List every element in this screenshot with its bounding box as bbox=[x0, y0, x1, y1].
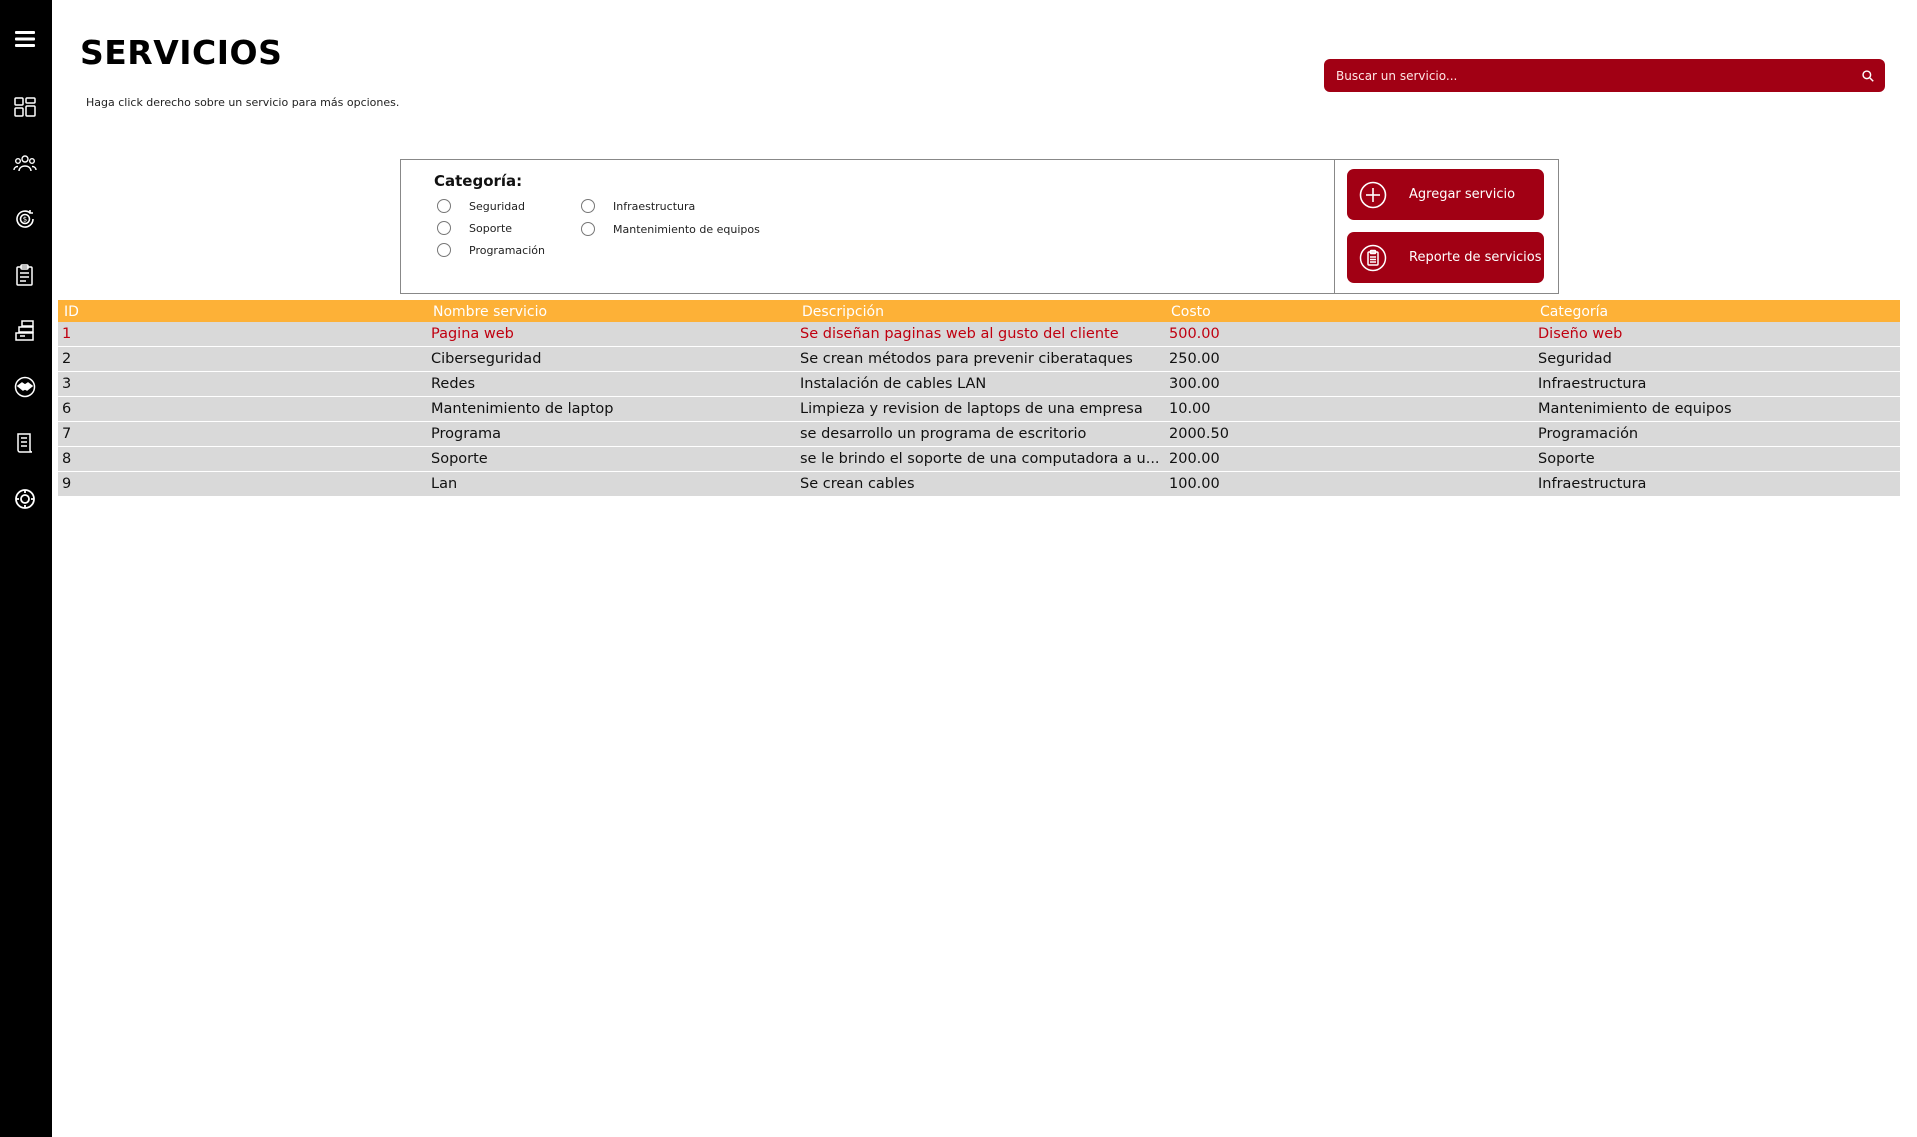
radio-circle[interactable] bbox=[581, 199, 595, 213]
table-row[interactable]: 6 Mantenimiento de laptop Limpieza y rev… bbox=[58, 397, 1900, 422]
category-filter-panel: Categoría: Seguridad Soporte Programació… bbox=[400, 159, 1335, 294]
radio-seguridad[interactable]: Seguridad bbox=[437, 199, 525, 213]
table-header: ID Nombre servicio Descripción Costo Cat… bbox=[58, 300, 1900, 322]
cell-costo: 200.00 bbox=[1169, 451, 1220, 467]
service-report-button[interactable]: Reporte de servicios bbox=[1347, 232, 1544, 283]
cell-nombre: Lan bbox=[431, 476, 458, 492]
table-row[interactable]: 8 Soporte se le brindo el soporte de una… bbox=[58, 447, 1900, 472]
radio-circle[interactable] bbox=[437, 221, 451, 235]
table-row[interactable]: 2 Ciberseguridad Se crean métodos para p… bbox=[58, 347, 1900, 372]
cell-descripcion: se le brindo el soporte de una computado… bbox=[800, 451, 1160, 467]
hamburger-menu-icon[interactable] bbox=[12, 26, 38, 52]
cell-categoria: Infraestructura bbox=[1538, 476, 1647, 492]
cell-nombre: Programa bbox=[431, 426, 502, 442]
cell-categoria: Seguridad bbox=[1538, 351, 1612, 367]
radio-circle[interactable] bbox=[437, 199, 451, 213]
users-group-icon[interactable] bbox=[12, 150, 38, 176]
cell-categoria: Diseño web bbox=[1538, 326, 1623, 342]
cell-id: 1 bbox=[62, 326, 72, 342]
cell-id: 7 bbox=[62, 426, 72, 442]
clipboard-report-icon[interactable] bbox=[12, 262, 38, 288]
cell-costo: 250.00 bbox=[1169, 351, 1220, 367]
cell-id: 6 bbox=[62, 401, 72, 417]
cell-descripcion: Se crean métodos para prevenir ciberataq… bbox=[800, 351, 1133, 367]
settings-gear-icon[interactable] bbox=[12, 486, 38, 512]
cell-descripcion: se desarrollo un programa de escritorio bbox=[800, 426, 1087, 442]
cell-nombre: Redes bbox=[431, 376, 476, 392]
table-row[interactable]: 7 Programa se desarrollo un programa de … bbox=[58, 422, 1900, 447]
radio-infraestructura[interactable]: Infraestructura bbox=[581, 199, 695, 213]
hint-text: Haga click derecho sobre un servicio par… bbox=[86, 96, 400, 109]
inventory-stack-icon[interactable] bbox=[12, 318, 38, 344]
cell-descripcion: Se crean cables bbox=[800, 476, 915, 492]
radio-mantenimiento-de-equipos[interactable]: Mantenimiento de equipos bbox=[581, 222, 760, 236]
radio-label: Seguridad bbox=[469, 199, 525, 213]
header-categoria[interactable]: Categoría bbox=[1534, 300, 1900, 322]
table-row[interactable]: 1 Pagina web Se diseñan paginas web al g… bbox=[58, 322, 1900, 347]
dashboard-icon[interactable] bbox=[12, 94, 38, 120]
add-service-button[interactable]: Agregar servicio bbox=[1347, 169, 1544, 220]
cell-id: 3 bbox=[62, 376, 72, 392]
money-cycle-icon[interactable]: $ bbox=[12, 206, 38, 232]
cell-costo: 10.00 bbox=[1169, 401, 1211, 417]
cell-categoria: Programación bbox=[1538, 426, 1639, 442]
plus-circle-icon bbox=[1359, 181, 1387, 209]
table-row[interactable]: 3 Redes Instalación de cables LAN 300.00… bbox=[58, 372, 1900, 397]
sidebar: $ bbox=[0, 0, 52, 1137]
header-costo[interactable]: Costo bbox=[1165, 300, 1534, 322]
cell-costo: 2000.50 bbox=[1169, 426, 1229, 442]
receipt-icon[interactable] bbox=[12, 430, 38, 456]
radio-circle[interactable] bbox=[437, 243, 451, 257]
radio-soporte[interactable]: Soporte bbox=[437, 221, 512, 235]
cell-costo: 500.00 bbox=[1169, 326, 1220, 342]
search-icon[interactable] bbox=[1851, 59, 1885, 92]
cell-costo: 300.00 bbox=[1169, 376, 1220, 392]
cell-descripcion: Limpieza y revision de laptops de una em… bbox=[800, 401, 1143, 417]
header-id[interactable]: ID bbox=[58, 300, 427, 322]
cell-id: 9 bbox=[62, 476, 72, 492]
cell-nombre: Ciberseguridad bbox=[431, 351, 542, 367]
radio-label: Programación bbox=[469, 243, 545, 257]
cell-nombre: Soporte bbox=[431, 451, 488, 467]
search-input[interactable] bbox=[1324, 59, 1851, 92]
radio-circle[interactable] bbox=[581, 222, 595, 236]
radio-label: Soporte bbox=[469, 221, 513, 235]
handshake-icon[interactable] bbox=[12, 374, 38, 400]
add-service-label: Agregar servicio bbox=[1409, 187, 1516, 202]
search-bar bbox=[1324, 59, 1885, 92]
radio-programacion[interactable]: Programación bbox=[437, 243, 545, 257]
cell-descripcion: Instalación de cables LAN bbox=[800, 376, 987, 392]
radio-label: Mantenimiento de equipos bbox=[613, 222, 760, 236]
cell-descripcion: Se diseñan paginas web al gusto del clie… bbox=[800, 326, 1119, 342]
page-title: SERVICIOS bbox=[80, 33, 283, 72]
category-label: Categoría: bbox=[434, 172, 523, 190]
cell-nombre: Pagina web bbox=[431, 326, 514, 342]
header-descripcion[interactable]: Descripción bbox=[796, 300, 1165, 322]
cell-id: 8 bbox=[62, 451, 72, 467]
service-report-label: Reporte de servicios bbox=[1409, 250, 1542, 265]
svg-text:$: $ bbox=[23, 216, 27, 224]
cell-categoria: Infraestructura bbox=[1538, 376, 1647, 392]
cell-nombre: Mantenimiento de laptop bbox=[431, 401, 614, 417]
cell-costo: 100.00 bbox=[1169, 476, 1220, 492]
cell-id: 2 bbox=[62, 351, 72, 367]
cell-categoria: Mantenimiento de equipos bbox=[1538, 401, 1732, 417]
services-table: ID Nombre servicio Descripción Costo Cat… bbox=[58, 300, 1900, 497]
header-nombre-servicio[interactable]: Nombre servicio bbox=[427, 300, 796, 322]
report-clipboard-icon bbox=[1359, 244, 1387, 272]
cell-categoria: Soporte bbox=[1538, 451, 1595, 467]
actions-panel: Agregar servicio Reporte de servicios bbox=[1335, 159, 1559, 294]
table-row[interactable]: 9 Lan Se crean cables 100.00 Infraestruc… bbox=[58, 472, 1900, 497]
radio-label: Infraestructura bbox=[613, 199, 696, 213]
